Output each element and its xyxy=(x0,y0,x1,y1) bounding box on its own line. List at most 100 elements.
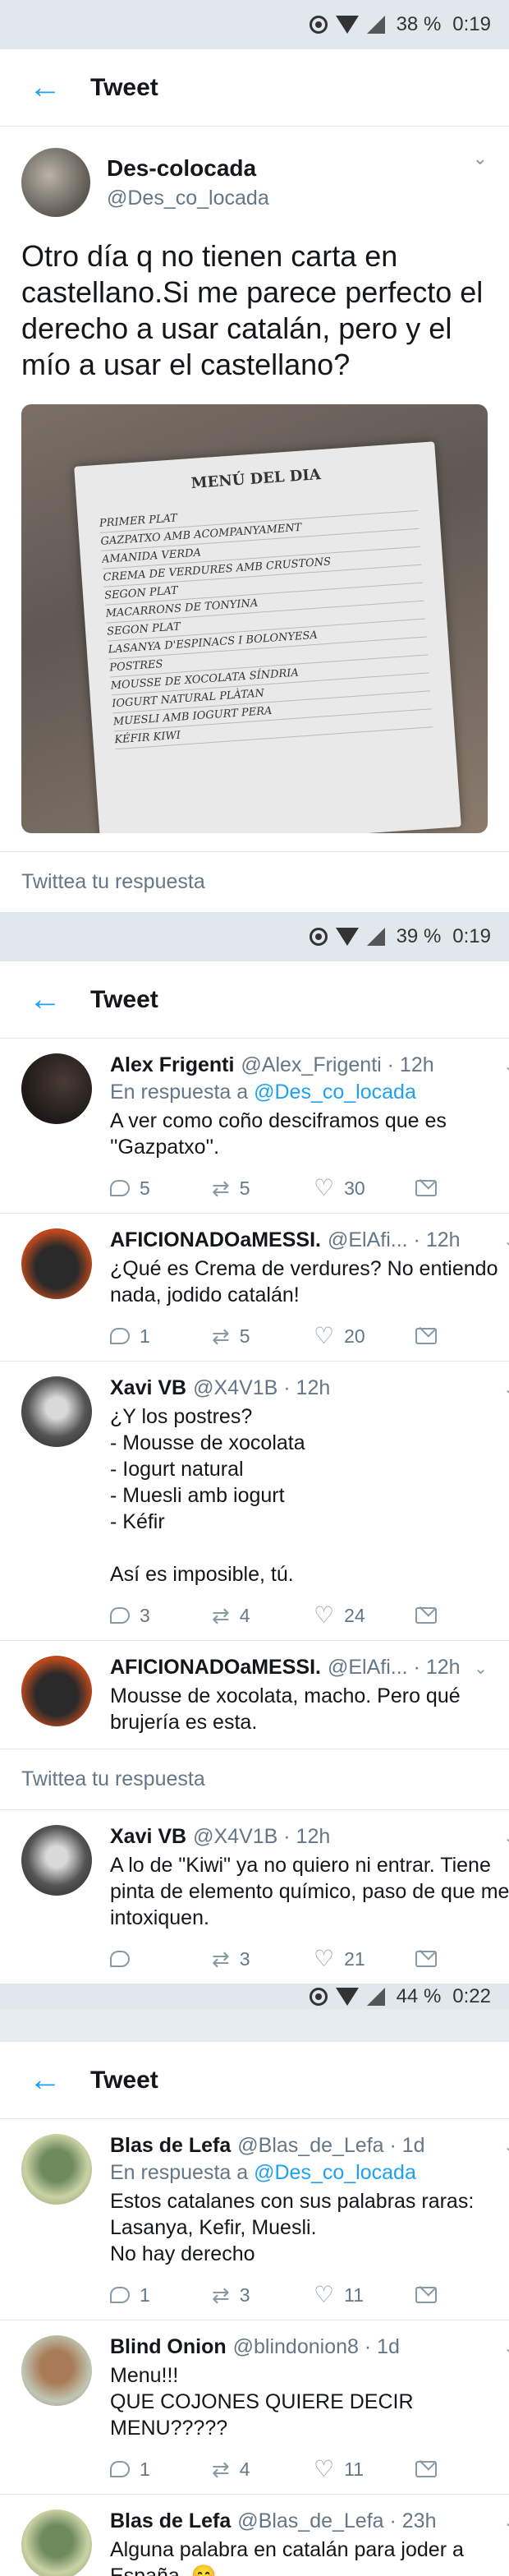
reply-tweet[interactable]: Xavi VB @X4V1B · 12h ⌄ A lo de "Kiwi" ya… xyxy=(0,1809,509,1984)
author-name[interactable]: Des-colocada xyxy=(107,155,456,182)
like-button[interactable]: ♡ 20 xyxy=(314,1325,415,1348)
author-name[interactable]: AFICIONADOaMESSI. xyxy=(110,1656,321,1680)
chevron-down-icon[interactable]: ⌄ xyxy=(474,1658,488,1679)
retweet-button[interactable]: ⇄ 4 xyxy=(212,1604,314,1627)
reply-tweet[interactable]: Xavi VB @X4V1B · 12h ⌄ ¿Y los postres? -… xyxy=(0,1362,509,1641)
author-name[interactable]: AFICIONADOaMESSI. xyxy=(110,1228,321,1252)
avatar[interactable] xyxy=(21,2509,92,2576)
message-button[interactable] xyxy=(415,1177,509,1200)
battery-level: 39 % xyxy=(396,925,442,947)
reply-input[interactable]: Twittea tu respuesta xyxy=(0,1749,509,1809)
reply-to-link[interactable]: @Des_co_locada xyxy=(254,2161,416,2184)
avatar[interactable] xyxy=(21,1656,92,1726)
retweet-button[interactable]: ⇄ 5 xyxy=(212,1177,314,1200)
chevron-down-icon[interactable]: ⌄ xyxy=(503,2136,509,2157)
reply-button[interactable]: 3 xyxy=(110,1604,212,1627)
app-bar: ← Tweet xyxy=(0,49,509,127)
mail-icon xyxy=(415,1180,437,1196)
reply-input[interactable]: Twittea tu respuesta xyxy=(0,851,509,912)
reply-tweet[interactable]: Alex Frigenti @Alex_Frigenti · 12h ⌄ En … xyxy=(0,1039,509,1214)
like-count: 20 xyxy=(344,1325,365,1347)
chevron-down-icon[interactable]: ⌄ xyxy=(503,1379,509,1399)
reply-context: En respuesta a @Des_co_locada xyxy=(110,2161,509,2185)
chevron-down-icon[interactable]: ⌄ xyxy=(503,2338,509,2358)
like-button[interactable]: ♡ 30 xyxy=(314,1177,415,1200)
reply-tweet[interactable]: AFICIONADOaMESSI. @ElAfi... · 12h ⌄ ¿Qué… xyxy=(0,1214,509,1362)
status-bar: 39 % 0:19 xyxy=(0,912,509,961)
reply-button[interactable]: 5 xyxy=(110,1177,212,1200)
status-bar: 38 % 0:19 xyxy=(0,0,509,49)
signal-icon xyxy=(366,928,385,946)
retweet-button[interactable]: ⇄ 3 xyxy=(212,2283,314,2306)
back-arrow-icon[interactable]: ← xyxy=(0,69,90,106)
like-button[interactable]: ♡ 24 xyxy=(314,1604,415,1627)
reply-tweet[interactable]: AFICIONADOaMESSI. @ElAfi... · 12h ⌄ Mous… xyxy=(0,1641,509,1749)
avatar[interactable] xyxy=(21,1053,92,1124)
reply-context-label: En respuesta a xyxy=(110,2161,254,2184)
signal-icon xyxy=(366,16,385,34)
clock: 0:22 xyxy=(452,1985,491,2007)
tweet-photo[interactable]: MENÚ DEL DIA PRIMER PLAT GAZPATXO AMB AC… xyxy=(21,404,488,833)
mail-icon xyxy=(415,1951,437,1967)
reply-tweet[interactable]: Blas de Lefa @Blas_de_Lefa · 23h ⌄ Algun… xyxy=(0,2495,509,2576)
author-meta: @X4V1B · 12h xyxy=(193,1825,331,1848)
retweet-icon: ⇄ xyxy=(212,1176,230,1200)
retweet-count: 3 xyxy=(239,2283,250,2306)
message-button[interactable] xyxy=(415,1947,509,1970)
like-button[interactable]: ♡ 21 xyxy=(314,1947,415,1970)
retweet-count: 5 xyxy=(239,1177,250,1199)
chevron-down-icon[interactable]: ⌄ xyxy=(503,1056,509,1076)
app-bar: ← Tweet xyxy=(0,2042,509,2119)
reply-button[interactable]: 1 xyxy=(110,1325,212,1348)
like-button[interactable]: ♡ 11 xyxy=(314,2458,415,2481)
author-name[interactable]: Alex Frigenti xyxy=(110,1053,234,1077)
message-button[interactable] xyxy=(415,2458,509,2481)
reply-to-link[interactable]: @Des_co_locada xyxy=(254,1081,416,1104)
retweet-count: 4 xyxy=(239,1604,250,1626)
reply-button[interactable]: 1 xyxy=(110,2458,212,2481)
avatar[interactable] xyxy=(21,2335,92,2406)
tweet-text: Mousse de xocolata, macho. Pero qué bruj… xyxy=(110,1684,461,1734)
author-name[interactable]: Blas de Lefa xyxy=(110,2509,231,2533)
reply-button[interactable]: 1 xyxy=(110,2283,212,2306)
reply-tweet[interactable]: Blind Onion @blindonion8 · 1d ⌄ Menu!!! … xyxy=(0,2320,509,2495)
reply-tweet[interactable]: Blas de Lefa @Blas_de_Lefa · 1d ⌄ En res… xyxy=(0,2119,509,2320)
author-name[interactable]: Xavi VB xyxy=(110,1376,186,1400)
main-tweet-card: Des-colocada @Des_co_locada ⌄ Otro día q… xyxy=(0,127,509,912)
like-button[interactable]: ♡ 11 xyxy=(314,2283,415,2306)
author-meta: @Blas_de_Lefa · 1d xyxy=(237,2134,425,2157)
comment-icon xyxy=(110,1180,130,1196)
author-handle[interactable]: @Des_co_locada xyxy=(107,187,456,210)
back-arrow-icon[interactable]: ← xyxy=(0,2062,90,2099)
retweet-button[interactable]: ⇄ 4 xyxy=(212,2458,314,2481)
author-name[interactable]: Xavi VB xyxy=(110,1825,186,1849)
tweet-text: Otro día q no tienen carta en castellano… xyxy=(21,239,484,381)
avatar[interactable] xyxy=(21,1376,92,1447)
avatar[interactable] xyxy=(21,148,90,217)
message-button[interactable] xyxy=(415,2283,509,2306)
avatar[interactable] xyxy=(21,1228,92,1299)
avatar[interactable] xyxy=(21,1825,92,1896)
author-name[interactable]: Blind Onion xyxy=(110,2335,227,2359)
signal-icon xyxy=(366,1988,385,2006)
avatar[interactable] xyxy=(21,2134,92,2205)
author-name[interactable]: Blas de Lefa xyxy=(110,2134,231,2158)
message-button[interactable] xyxy=(415,1604,509,1627)
message-button[interactable] xyxy=(415,1325,509,1348)
tweet-text: Alguna palabra en catalán para joder a E… xyxy=(110,2538,464,2576)
tweet-text: Estos catalanes con sus palabras raras: … xyxy=(110,2190,475,2265)
back-arrow-icon[interactable]: ← xyxy=(0,981,90,1018)
chevron-down-icon[interactable]: ⌄ xyxy=(503,1827,509,1848)
tweet-text: A ver como coño desciframos que es ''Gaz… xyxy=(110,1109,447,1159)
app-bar: ← Tweet xyxy=(0,961,509,1039)
chevron-down-icon[interactable]: ⌄ xyxy=(503,2512,509,2532)
status-icons xyxy=(309,16,385,34)
chevron-down-icon[interactable]: ⌄ xyxy=(473,148,488,169)
reply-button[interactable] xyxy=(110,1947,212,1970)
author-meta: @X4V1B · 12h xyxy=(193,1376,331,1399)
retweet-button[interactable]: ⇄ 3 xyxy=(212,1947,314,1970)
chevron-down-icon[interactable]: ⌄ xyxy=(503,1231,509,1251)
wifi-icon xyxy=(335,928,359,946)
retweet-button[interactable]: ⇄ 5 xyxy=(212,1325,314,1348)
retweet-count: 5 xyxy=(239,1325,250,1347)
